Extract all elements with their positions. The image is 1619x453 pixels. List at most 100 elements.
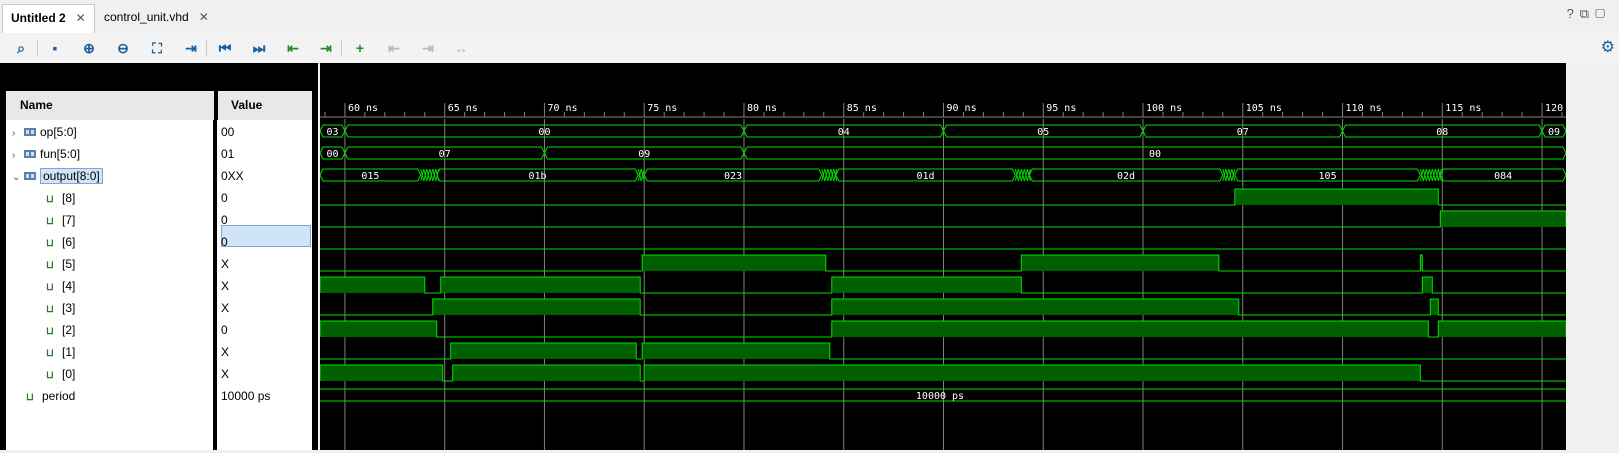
- op-wave-value-label: 08: [1436, 127, 1448, 138]
- output-wave-value-label: 015: [361, 171, 379, 182]
- ruler-tick-label: 100 ns: [1146, 103, 1182, 114]
- signal-value: X: [221, 367, 230, 381]
- name-column-header[interactable]: Name: [20, 91, 53, 120]
- expand-arrow-icon[interactable]: ›: [12, 145, 24, 167]
- zoom-in-icon[interactable]: ⊕: [78, 37, 100, 59]
- ruler-tick-label: 65 ns: [448, 103, 478, 114]
- bit-2-high-fill: [1438, 321, 1566, 337]
- next-transition-icon[interactable]: ⇥: [315, 37, 337, 59]
- bit-4-high-fill: [1422, 277, 1433, 293]
- period-value-label: 10000 ps: [916, 391, 964, 402]
- ruler-tick-label: 105 ns: [1246, 103, 1282, 114]
- signal-value: 0: [221, 323, 228, 337]
- signal-row[interactable]: ⊔ [5]: [46, 253, 75, 275]
- signal-name: period: [42, 389, 76, 403]
- signal-name: [3]: [62, 301, 76, 315]
- output-wave-value-label: 084: [1494, 171, 1512, 182]
- signal-name: op[5:0]: [40, 125, 77, 139]
- signal-value: X: [221, 345, 230, 359]
- signal-row[interactable]: ⊔ [3]: [46, 297, 75, 319]
- tab-bar: Untitled 2 ✕ control_unit.vhd ✕ ?⧉▢: [0, 0, 1619, 34]
- signal-row[interactable]: ⊔ [0]: [46, 363, 75, 385]
- bit-signal-icon: ⊔: [46, 194, 54, 205]
- bit-2-high-fill: [831, 321, 1429, 337]
- bit-8-high-fill: [1234, 189, 1439, 205]
- signal-row[interactable]: ⊔ [2]: [46, 319, 75, 341]
- zoom-out-icon[interactable]: ⊖: [112, 37, 134, 59]
- waveform-canvas[interactable]: 60 ns 65 ns 70 ns 75 ns 80 ns 85 ns 90 ns 95 ns…: [319, 63, 1581, 450]
- column-header-row: Name Value: [6, 91, 312, 120]
- signal-row[interactable]: ⌄ output[8:0]: [12, 165, 103, 187]
- go-to-time-zero-icon[interactable]: ⏮: [214, 37, 236, 59]
- bit-3-high-fill: [1430, 299, 1439, 315]
- fun-wave-value-label: 07: [439, 149, 451, 160]
- add-marker-icon[interactable]: +: [349, 37, 371, 59]
- help-icon[interactable]: ?: [1567, 6, 1580, 21]
- go-to-cursor-icon[interactable]: ⇥: [180, 37, 202, 59]
- bit-4-high-fill: [320, 277, 425, 293]
- close-tab-icon[interactable]: ✕: [76, 11, 86, 25]
- expand-arrow-icon[interactable]: ›: [12, 123, 24, 145]
- zoom-fit-icon[interactable]: ⛶: [146, 37, 168, 59]
- fun-wave-value-label: 00: [326, 149, 338, 160]
- save-icon[interactable]: ▪: [44, 37, 66, 59]
- waveform-pane[interactable]: 60 ns 65 ns 70 ns 75 ns 80 ns 85 ns 90 ns 95 ns…: [319, 63, 1581, 450]
- bit-signal-icon: ⊔: [46, 370, 54, 381]
- signal-name: [6]: [62, 235, 76, 249]
- close-tab-icon[interactable]: ✕: [199, 10, 209, 24]
- signal-value: 0XX: [221, 169, 244, 183]
- bus-signal-icon: [24, 150, 36, 158]
- signal-row[interactable]: › op[5:0]: [12, 121, 77, 143]
- tab-untitled-2[interactable]: Untitled 2 ✕: [2, 4, 95, 34]
- output-wave-value-label: 023: [724, 171, 742, 182]
- signal-row[interactable]: ⊔ [7]: [46, 209, 75, 231]
- bit-signal-icon: ⊔: [26, 392, 34, 403]
- toolbar-separator: [341, 40, 342, 56]
- signal-value: 0: [221, 235, 228, 249]
- signal-value: 10000 ps: [221, 389, 271, 403]
- signal-value: 0: [221, 213, 228, 227]
- bit-0-high-fill: [320, 365, 443, 381]
- selected-value-highlight: [221, 225, 311, 247]
- signal-row[interactable]: › fun[5:0]: [12, 143, 80, 165]
- value-column-header[interactable]: Value: [231, 91, 262, 120]
- signal-value: X: [221, 279, 230, 293]
- bit-4-high-fill: [831, 277, 1022, 293]
- signal-row[interactable]: ⊔ [8]: [46, 187, 75, 209]
- bit-signal-icon: ⊔: [46, 326, 54, 337]
- ruler-tick-label: 80 ns: [747, 103, 777, 114]
- signal-row[interactable]: ⊔ [4]: [46, 275, 75, 297]
- signal-row[interactable]: ⊔ period: [26, 385, 75, 407]
- signal-name: [8]: [62, 191, 76, 205]
- column-divider[interactable]: [214, 91, 218, 120]
- signal-row[interactable]: ⊔ [1]: [46, 341, 75, 363]
- window-buttons: ?⧉▢: [1567, 6, 1611, 22]
- tab-label: control_unit.vhd: [104, 10, 189, 24]
- op-wave-value-label: 04: [838, 127, 850, 138]
- op-wave-value-label: 09: [1548, 127, 1560, 138]
- bit-signal-icon: ⊔: [46, 216, 54, 227]
- ruler-tick-label: 60 ns: [348, 103, 378, 114]
- bit-0-high-fill: [452, 365, 641, 381]
- bit-0-high-fill: [644, 365, 1421, 381]
- bus-signal-icon: [24, 172, 36, 180]
- ruler-tick-label: 70 ns: [547, 103, 577, 114]
- signal-row[interactable]: ⊔ [6]: [46, 231, 75, 253]
- bit-5-high-fill: [642, 255, 826, 271]
- collapse-arrow-icon[interactable]: ⌄: [12, 167, 24, 189]
- next-marker-icon: ⇥: [422, 40, 434, 56]
- fun-wave-value-label: 09: [638, 149, 650, 160]
- bit-4-high-fill: [440, 277, 641, 293]
- signal-value: X: [221, 257, 230, 271]
- signal-name: fun[5:0]: [40, 147, 81, 161]
- maximize-icon[interactable]: ▢: [1595, 6, 1611, 21]
- tab-control-unit-vhd[interactable]: control_unit.vhd ✕: [96, 4, 217, 33]
- go-to-last-time-icon[interactable]: ⏭: [248, 37, 270, 59]
- search-icon[interactable]: ⌕: [10, 37, 32, 59]
- previous-transition-icon[interactable]: ⇤: [282, 37, 304, 59]
- ruler-tick-label: 120 ns: [1545, 103, 1566, 114]
- restore-icon[interactable]: ⧉: [1580, 6, 1595, 21]
- signal-list-pane: Name Value › op[5:0] › fun[5:0] ⌄ output[8:0]…: [0, 63, 318, 450]
- signal-name: [5]: [62, 257, 76, 271]
- gear-icon[interactable]: ⚙: [1601, 37, 1615, 57]
